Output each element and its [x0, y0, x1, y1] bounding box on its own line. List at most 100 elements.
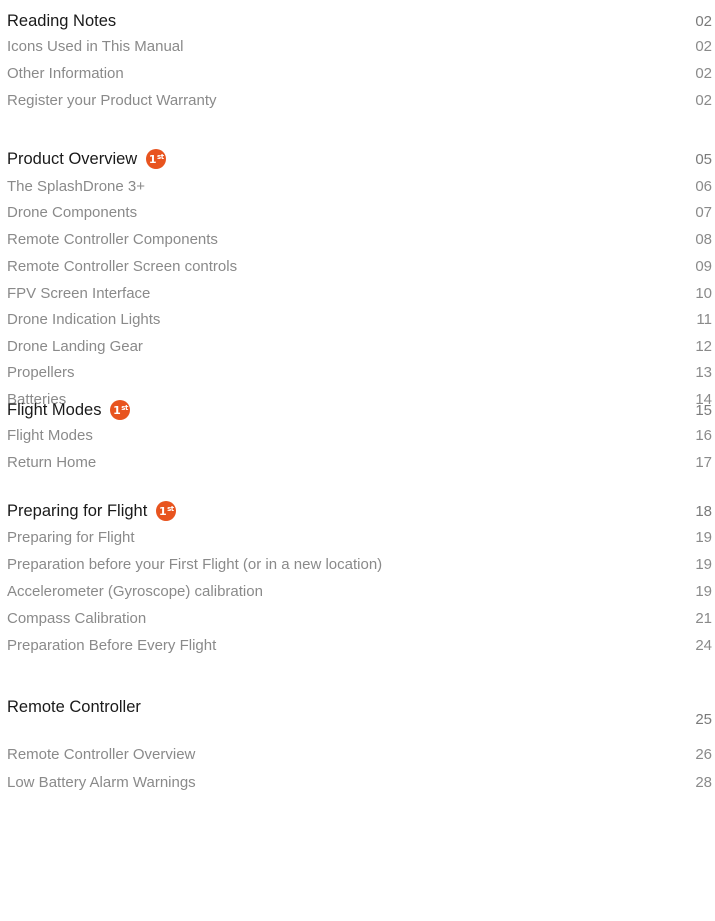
badge-number: 1 [158, 504, 167, 518]
entry-title: Preparation before your First Flight (or… [7, 556, 382, 573]
toc-section-heading[interactable]: Remote Controller 25 [7, 696, 712, 728]
first-time-badge-icon: 1st [156, 501, 177, 521]
entry-title-text: Low Battery Alarm Warnings [7, 773, 196, 791]
page-number: 02 [695, 91, 712, 109]
section-title-text: Remote Controller [7, 697, 141, 716]
page-number: 17 [695, 453, 712, 471]
toc-entry[interactable]: Preparation Before Every Flight 24 [7, 634, 712, 656]
page-number: 02 [695, 37, 712, 55]
entry-title-text: Remote Controller Overview [7, 745, 196, 763]
first-time-badge-icon: 1st [146, 149, 167, 169]
entry-title: Accelerometer (Gyroscope) calibration [7, 583, 263, 600]
toc-section-heading[interactable]: Reading Notes 02 [7, 10, 712, 32]
page-number: 13 [695, 363, 712, 381]
entry-title: Icons Used in This Manual [7, 38, 183, 55]
toc-section-heading[interactable]: Flight Modes 1st 15 [7, 399, 712, 421]
page-number: 08 [695, 230, 712, 248]
page-number: 05 [695, 150, 712, 168]
page-number: 10 [695, 284, 712, 302]
toc-entry[interactable]: Preparing for Flight 19 [7, 526, 712, 548]
badge-number: 1 [148, 152, 157, 166]
toc-entry[interactable]: Icons Used in This Manual 02 [7, 35, 712, 57]
page-number: 19 [695, 528, 712, 546]
toc-entry[interactable]: Remote Controller Overview 26 [7, 743, 712, 765]
toc-entry[interactable]: FPV Screen Interface 10 [7, 282, 712, 304]
entry-title: Return Home [7, 454, 96, 471]
badge-suffix: st [157, 152, 164, 161]
page-number: 26 [695, 745, 712, 763]
entry-title: Remote Controller Components [7, 231, 218, 248]
section-title-text: Reading Notes [7, 11, 117, 30]
section-title-text: Preparing for Flight [7, 501, 148, 520]
toc-entry[interactable]: The SplashDrone 3+ 06 [7, 175, 712, 197]
entry-title-text: Return Home [7, 453, 97, 471]
entry-title: The SplashDrone 3+ [7, 178, 145, 195]
page-number: 02 [695, 12, 712, 30]
page-number: 11 [696, 310, 712, 328]
page-number: 21 [695, 609, 712, 627]
entry-title: Propellers [7, 364, 75, 381]
entry-title: Low Battery Alarm Warnings [7, 774, 196, 791]
toc-entry[interactable]: Return Home 17 [7, 451, 712, 473]
first-time-badge-icon: 1st [110, 400, 131, 420]
page-number: 07 [695, 203, 712, 221]
page-number: 19 [695, 555, 712, 573]
entry-title-text: Preparation Before Every Flight [7, 636, 217, 654]
toc-entry[interactable]: Drone Landing Gear 12 [7, 335, 712, 357]
entry-title-text: Compass Calibration [7, 609, 147, 627]
page-number: 24 [695, 636, 712, 654]
entry-title: FPV Screen Interface [7, 285, 150, 302]
entry-title: Register your Product Warranty [7, 92, 217, 109]
entry-title-text: The SplashDrone 3+ [7, 177, 146, 195]
toc-entry[interactable]: Propellers 13 [7, 361, 712, 383]
toc-section-heading[interactable]: Product Overview 1st 05 [7, 148, 712, 170]
entry-title-text: Register your Product Warranty [7, 91, 217, 109]
entry-title-text: Propellers [7, 363, 75, 381]
entry-title-text: Remote Controller Components [7, 230, 218, 248]
toc-section-heading[interactable]: Preparing for Flight 1st 18 [7, 500, 712, 522]
page-number: 12 [695, 337, 712, 355]
section-title-text: Product Overview [7, 149, 138, 168]
entry-title-text: Icons Used in This Manual [7, 37, 184, 55]
page-number: 19 [695, 582, 712, 600]
page-number: 28 [695, 773, 712, 791]
toc-entry[interactable]: Drone Indication Lights 11 [7, 308, 712, 330]
page-number: 09 [695, 257, 712, 275]
entry-title-text: FPV Screen Interface [7, 284, 151, 302]
page-number: 06 [695, 177, 712, 195]
section-title-text: Flight Modes [7, 400, 102, 419]
entry-title: Remote Controller Overview [7, 746, 195, 763]
entry-title: Flight Modes [7, 427, 93, 444]
entry-title-text: Preparation before your First Flight (or… [7, 555, 383, 573]
toc-entry[interactable]: Flight Modes 16 [7, 424, 712, 446]
entry-title-text: Remote Controller Screen controls [7, 257, 238, 275]
entry-title: Preparing for Flight [7, 529, 135, 546]
entry-title: Remote Controller Screen controls [7, 258, 237, 275]
toc-entry[interactable]: Accelerometer (Gyroscope) calibration 19 [7, 580, 712, 602]
badge-suffix: st [167, 504, 174, 513]
entry-title-text: Drone Indication Lights [7, 310, 161, 328]
toc-entry[interactable]: Other Information 02 [7, 62, 712, 84]
toc-entry[interactable]: Preparation before your First Flight (or… [7, 553, 712, 575]
section-title: Reading Notes [7, 12, 116, 31]
page-number: 16 [695, 426, 712, 444]
toc-entry[interactable]: Remote Controller Components 08 [7, 228, 712, 250]
toc-entry[interactable]: Drone Components 07 [7, 201, 712, 223]
entry-title-text: Flight Modes [7, 426, 93, 444]
toc-entry[interactable]: Low Battery Alarm Warnings 28 [7, 771, 712, 793]
page-number: 18 [695, 502, 712, 520]
section-title: Product Overview 1st [7, 149, 167, 169]
page-number: 25 [695, 710, 712, 728]
section-title: Remote Controller [7, 698, 141, 717]
entry-title: Drone Landing Gear [7, 338, 143, 355]
toc-entry[interactable]: Remote Controller Screen controls 09 [7, 255, 712, 277]
entry-title-text: Preparing for Flight [7, 528, 135, 546]
entry-title: Drone Indication Lights [7, 311, 160, 328]
entry-title: Compass Calibration [7, 610, 146, 627]
entry-title-text: Drone Components [7, 203, 138, 221]
section-title: Flight Modes 1st [7, 400, 131, 420]
toc-entry[interactable]: Compass Calibration 21 [7, 607, 712, 629]
entry-title: Preparation Before Every Flight [7, 637, 216, 654]
badge-number: 1 [113, 403, 121, 417]
toc-entry[interactable]: Register your Product Warranty 02 [7, 89, 712, 111]
